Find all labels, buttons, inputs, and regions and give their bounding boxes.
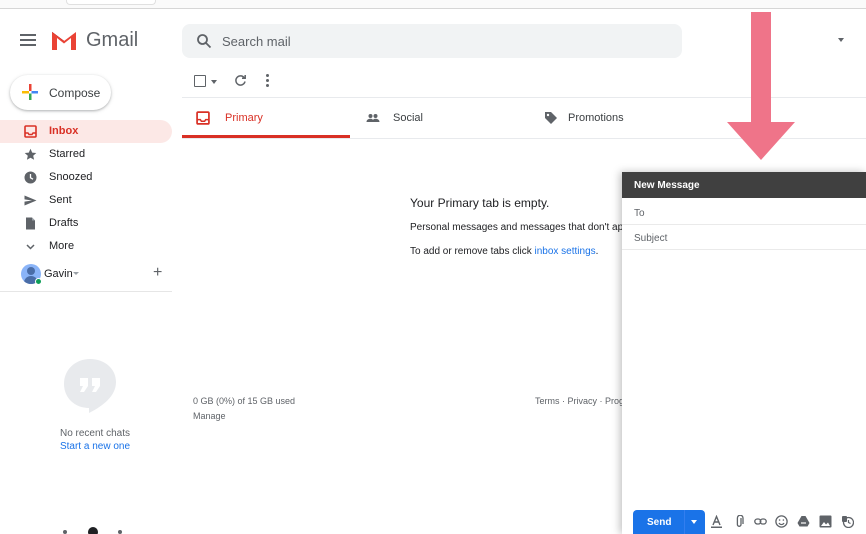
- sidebar-item-more[interactable]: More: [0, 235, 172, 258]
- send-options-icon[interactable]: [691, 520, 697, 524]
- inbox-settings-link[interactable]: inbox settings: [535, 246, 596, 257]
- tab-label: Promotions: [568, 112, 624, 124]
- sidebar-nav: Inbox Starred Snoozed Sent Drafts More: [0, 120, 172, 258]
- tab-promotions[interactable]: Promotions: [530, 98, 700, 138]
- tab-social[interactable]: Social: [352, 98, 522, 138]
- chat-icon: [88, 527, 98, 534]
- browser-strip: [0, 0, 866, 9]
- settings-hint-prefix: To add or remove tabs click: [410, 246, 535, 257]
- user-status-dropdown-icon[interactable]: [73, 272, 79, 275]
- sidebar-item-starred[interactable]: Starred: [0, 143, 172, 166]
- compose-window: New Message To: [622, 172, 866, 534]
- user-name[interactable]: Gavin: [44, 268, 73, 280]
- manage-storage-link[interactable]: Manage: [193, 411, 226, 421]
- send-icon: [24, 195, 37, 206]
- search-options-icon[interactable]: [838, 38, 844, 42]
- send-label: Send: [647, 517, 672, 528]
- sidebar-item-label: Inbox: [49, 125, 79, 137]
- main-menu-button[interactable]: [20, 34, 36, 46]
- people-icon: [366, 114, 380, 122]
- privacy-link[interactable]: Privacy: [568, 396, 598, 406]
- star-icon: [24, 148, 37, 160]
- empty-state-settings-hint: To add or remove tabs click inbox settin…: [410, 246, 598, 257]
- settings-hint-suffix: .: [595, 246, 599, 257]
- new-chat-button[interactable]: +: [153, 264, 162, 282]
- link-icon[interactable]: [754, 515, 767, 528]
- tab-primary[interactable]: Primary: [182, 98, 350, 138]
- more-options-icon[interactable]: [266, 74, 270, 88]
- gmail-logo-text: Gmail: [86, 29, 139, 51]
- sidebar-item-label: Starred: [49, 148, 86, 160]
- message-body[interactable]: [622, 252, 866, 502]
- sidebar-item-label: Sent: [49, 194, 72, 206]
- tab-label: Social: [393, 112, 423, 124]
- search-bar[interactable]: [182, 24, 844, 58]
- footer-separator: ·: [559, 396, 568, 406]
- phone-icon: [118, 530, 122, 534]
- emoji-icon[interactable]: [775, 515, 788, 528]
- browser-url-fragment: [66, 0, 156, 5]
- sidebar-item-label: More: [49, 240, 75, 252]
- tag-icon: [545, 112, 557, 124]
- online-status-icon: [35, 278, 42, 285]
- compose-title: New Message: [634, 180, 700, 191]
- formatting-icon[interactable]: [710, 515, 723, 528]
- refresh-icon[interactable]: [234, 74, 247, 87]
- down-arrow-annotation-icon: [727, 12, 795, 160]
- subject-input[interactable]: [634, 230, 854, 246]
- hangouts-user-row: Gavin +: [0, 262, 172, 292]
- hangouts-bottom-icons: [63, 527, 122, 534]
- search-input[interactable]: [222, 32, 642, 50]
- start-chat-link[interactable]: Start a new one: [0, 441, 190, 452]
- attach-icon[interactable]: [733, 515, 746, 528]
- select-dropdown-icon[interactable]: [211, 80, 217, 84]
- terms-link[interactable]: Terms: [535, 396, 560, 406]
- to-label: To: [634, 208, 645, 219]
- to-input[interactable]: [676, 205, 856, 221]
- clock-icon: [24, 171, 37, 184]
- send-button[interactable]: Send: [633, 510, 705, 534]
- chevron-down-icon: [26, 244, 35, 250]
- insert-photo-icon[interactable]: [819, 515, 832, 528]
- draft-icon: [26, 217, 35, 230]
- inbox-icon: [196, 111, 210, 125]
- send-divider: [684, 510, 685, 534]
- sidebar-item-label: Drafts: [49, 217, 79, 229]
- hangouts-quote-icon: [64, 359, 116, 413]
- sidebar-item-drafts[interactable]: Drafts: [0, 212, 172, 235]
- to-field[interactable]: To: [622, 201, 866, 225]
- sidebar-item-inbox[interactable]: Inbox: [0, 120, 172, 143]
- tab-label: Primary: [225, 112, 263, 124]
- contacts-icon: [63, 530, 67, 534]
- search-icon[interactable]: [196, 33, 212, 49]
- no-chats-text: No recent chats: [59, 428, 131, 439]
- sidebar-item-sent[interactable]: Sent: [0, 189, 172, 212]
- select-all-checkbox[interactable]: [194, 75, 206, 87]
- compose-header[interactable]: New Message: [622, 172, 866, 198]
- confidential-mode-icon[interactable]: [841, 515, 854, 528]
- compose-button[interactable]: Compose: [10, 75, 111, 110]
- compose-label: Compose: [49, 86, 101, 100]
- inbox-icon: [24, 125, 37, 138]
- gmail-logo-icon[interactable]: [50, 28, 78, 52]
- storage-usage: 0 GB (0%) of 15 GB used: [193, 396, 296, 406]
- sidebar-item-snoozed[interactable]: Snoozed: [0, 166, 172, 189]
- compose-plus-icon: [22, 84, 38, 100]
- empty-state-title: Your Primary tab is empty.: [410, 196, 550, 210]
- footer-separator: ·: [597, 396, 606, 406]
- subject-field[interactable]: [622, 226, 866, 250]
- sidebar-item-label: Snoozed: [49, 171, 93, 183]
- drive-icon[interactable]: [797, 515, 810, 528]
